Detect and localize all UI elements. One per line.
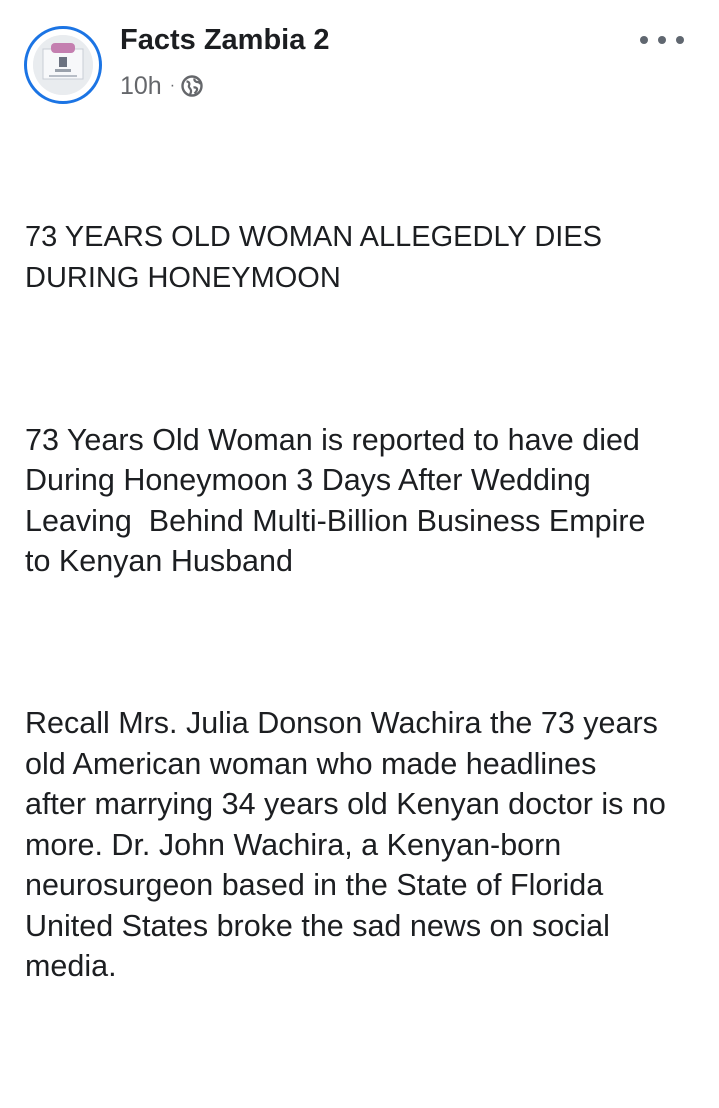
post-paragraph: 73 Years Old Woman is reported to have d…	[25, 422, 646, 579]
avatar-image	[33, 35, 93, 95]
post-timestamp[interactable]: 10h	[120, 72, 162, 101]
more-options-icon-dot	[676, 36, 684, 44]
more-options-icon	[640, 36, 648, 44]
page-name[interactable]: Facts Zambia 2	[120, 24, 330, 57]
post-text: 73 YEARS OLD WOMAN ALLEGEDLY DIES DURING…	[25, 136, 705, 1108]
more-options-button[interactable]	[640, 26, 684, 54]
facebook-post: Facts Zambia 2 10h · 73 YEARS OLD WOMAN …	[0, 0, 719, 983]
post-headline: 73 YEARS OLD WOMAN ALLEGEDLY DIES DURING…	[25, 221, 602, 294]
page-avatar[interactable]	[24, 26, 102, 104]
more-options-icon-dot	[658, 36, 666, 44]
post-meta: 10h ·	[120, 70, 203, 102]
post-paragraph: Recall Mrs. Julia Donson Wachira the 73 …	[25, 706, 666, 983]
meta-separator: ·	[169, 77, 176, 94]
globe-icon[interactable]	[181, 75, 203, 97]
